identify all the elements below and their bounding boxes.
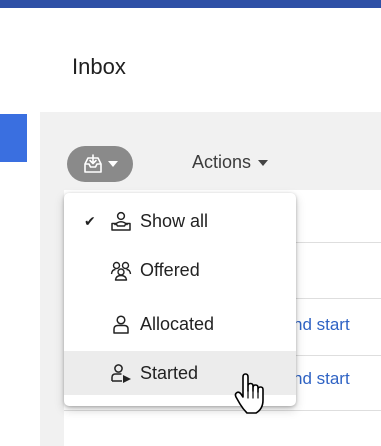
hand-pointer-cursor-icon: [234, 373, 264, 414]
started-icon: [111, 364, 131, 383]
filter-option-label: Show all: [140, 210, 209, 231]
chevron-down-icon: [258, 159, 269, 166]
allocated-icon: [113, 315, 129, 334]
inbox-filter-icon: [84, 154, 102, 173]
actions-menu-button[interactable]: Actions: [192, 152, 269, 173]
app-root: Inbox nd start nd start Actions ✔ Show a…: [0, 0, 381, 446]
show-all-icon: [111, 211, 131, 231]
task-row-action-link[interactable]: nd start: [293, 315, 350, 335]
top-bar: [0, 0, 381, 8]
check-icon: ✔: [84, 212, 96, 229]
filter-option-allocated[interactable]: Allocated: [64, 302, 296, 346]
page-title: Inbox: [72, 54, 126, 79]
chevron-down-icon: [108, 161, 118, 167]
sidebar-active-indicator: [0, 114, 27, 162]
filter-button[interactable]: [67, 146, 133, 182]
row-divider: [64, 410, 381, 411]
filter-option-offered[interactable]: Offered: [64, 248, 296, 292]
filter-option-label: Allocated: [140, 313, 215, 334]
task-row-action-link[interactable]: nd start: [293, 369, 350, 389]
actions-label: Actions: [192, 152, 252, 172]
filter-option-label: Started: [140, 362, 199, 383]
filter-option-show-all[interactable]: ✔ Show all: [64, 199, 296, 243]
filter-option-label: Offered: [140, 259, 200, 280]
offered-icon: [110, 261, 132, 281]
